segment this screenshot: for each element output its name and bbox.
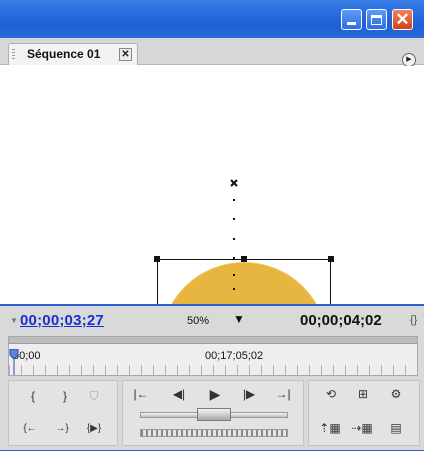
step-forward-icon: |▶ [242, 387, 256, 401]
mark-in-button[interactable]: { [24, 386, 42, 406]
panel-menu-button[interactable]: ▶ [402, 53, 416, 67]
tab-label: Séquence 01 [27, 47, 101, 61]
output-options-button[interactable]: ⚙ [384, 384, 408, 404]
bounding-box-handle-icon[interactable] [328, 256, 334, 262]
loop-button[interactable]: ⟲ [320, 384, 342, 404]
safe-margins-icon: ⊞ [357, 387, 369, 401]
loop-icon: ⟲ [325, 387, 337, 401]
jog-slider-icon[interactable] [197, 408, 231, 421]
play-in-to-out-button[interactable]: {▶} [80, 418, 108, 438]
playhead-icon[interactable] [9, 349, 19, 375]
step-to-out-button[interactable]: →| [272, 384, 294, 404]
step-back-button[interactable]: ◀| [168, 384, 190, 404]
step-forward-button[interactable]: |▶ [238, 384, 260, 404]
time-ruler[interactable]: 00;00 00;17;05;02 [8, 336, 418, 376]
safe-margins-button[interactable]: ⊞ [352, 384, 374, 404]
extract-icon: ⇢▦ [351, 421, 373, 435]
play-button[interactable]: ▶ [204, 384, 226, 404]
minimize-icon [347, 22, 356, 25]
go-to-out-icon: →} [55, 422, 69, 434]
mark-out-icon: } [62, 389, 67, 403]
step-to-in-button[interactable]: |← [130, 384, 152, 404]
ruler-mid-label: 00;17;05;02 [205, 350, 264, 362]
trim-button[interactable]: ▤ [384, 418, 408, 438]
close-button[interactable]: ✕ [392, 9, 413, 30]
panel-tab-strip: Séquence 01 ✕ ▶ [0, 38, 424, 67]
tab-close-button[interactable]: ✕ [119, 48, 132, 61]
step-to-out-icon: →| [275, 387, 291, 401]
go-to-in-button[interactable]: {← [18, 418, 42, 438]
bounding-box-handle-icon[interactable] [154, 256, 160, 262]
bounding-box[interactable] [157, 259, 331, 304]
mark-out-button[interactable]: } [56, 386, 74, 406]
monitor-controls: ▼ 00;00;03;27 50% ▼ 00;00;04;02 {} 00;00… [0, 304, 424, 451]
trim-icon: ▤ [390, 421, 402, 435]
extract-button[interactable]: ⇢▦ [350, 418, 374, 438]
maximize-button[interactable] [366, 9, 387, 30]
lift-button[interactable]: ⇡▦ [318, 418, 342, 438]
program-monitor-viewport[interactable] [0, 66, 424, 304]
maximize-icon [371, 14, 382, 25]
program-monitor-window: ✕ Séquence 01 ✕ ▶ ▼ 00;00;03;27 50% ▼ 00… [0, 0, 424, 451]
tab-sequence[interactable]: Séquence 01 ✕ [8, 43, 138, 65]
go-to-in-icon: {← [23, 422, 37, 434]
output-options-icon: ⚙ [390, 387, 402, 401]
mark-in-icon: { [30, 389, 35, 403]
minimize-button[interactable] [341, 9, 362, 30]
step-back-icon: ◀| [172, 387, 186, 401]
in-out-bracket-icon: {} [410, 314, 418, 326]
bounding-box-handle-icon[interactable] [241, 256, 247, 262]
chevron-down-icon[interactable]: ▼ [233, 312, 245, 326]
duration-timecode: 00;00;04;02 [300, 312, 382, 329]
timecode-marker-icon: ▼ [10, 316, 18, 325]
lift-icon: ⇡▦ [319, 421, 341, 435]
set-marker-button[interactable]: ⛉ [85, 386, 103, 406]
set-marker-icon: ⛉ [89, 388, 99, 403]
current-timecode[interactable]: 00;00;03;27 [20, 312, 104, 329]
play-in-to-out-icon: {▶} [86, 422, 102, 434]
zoom-level-select[interactable]: 50% [187, 315, 209, 327]
close-icon: ✕ [395, 10, 410, 29]
ruler-zoom-scrollbar[interactable] [9, 337, 417, 344]
window-title-bar[interactable]: ✕ [0, 0, 424, 38]
step-to-in-icon: |← [133, 387, 149, 401]
shuttle-icon[interactable] [140, 429, 288, 437]
ruler-ticks [9, 365, 417, 375]
panel-grip-icon[interactable] [12, 49, 15, 61]
anchor-point-icon [230, 179, 238, 187]
play-icon: ▶ [209, 385, 221, 402]
divider [0, 304, 424, 306]
go-to-out-button[interactable]: →} [50, 418, 74, 438]
